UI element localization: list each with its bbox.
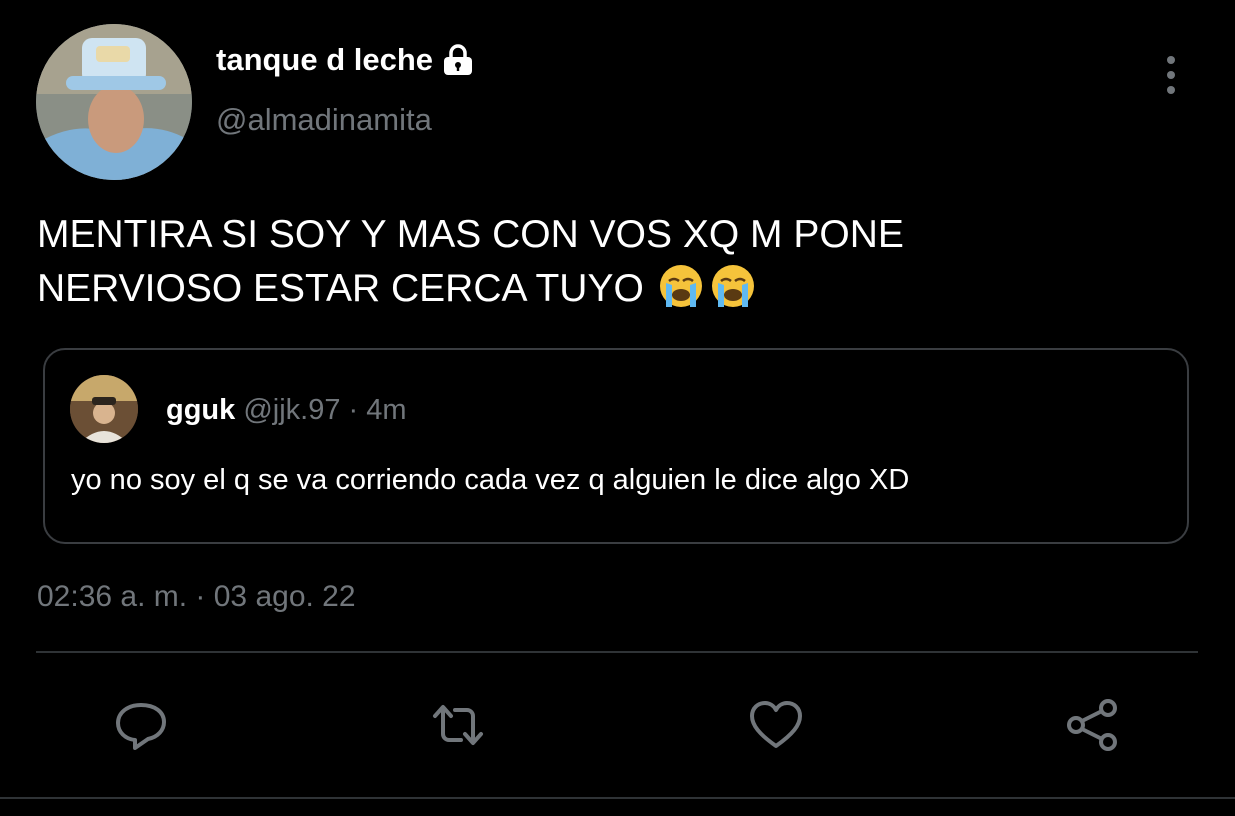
tweet-text-line-1: MENTIRA SI SOY Y MAS CON VOS XQ M PONE <box>37 213 904 256</box>
more-dot <box>1167 86 1175 94</box>
more-dot <box>1167 71 1175 79</box>
tweet-text-line-2-text: NERVIOSO ESTAR CERCA TUYO <box>37 267 644 310</box>
loudly-crying-face-icon <box>658 263 704 309</box>
quoted-author-avatar[interactable] <box>70 375 138 443</box>
author-name-text[interactable]: tanque d leche <box>216 42 433 78</box>
more-options-icon[interactable] <box>1152 52 1190 98</box>
quoted-tweet-card[interactable]: gguk @jjk.97 · 4m yo no soy el q se va c… <box>43 348 1189 544</box>
more-dot <box>1167 56 1175 64</box>
share-icon[interactable] <box>1064 696 1122 754</box>
like-icon[interactable] <box>747 696 805 754</box>
author-avatar[interactable] <box>36 24 192 180</box>
tweet-text: MENTIRA SI SOY Y MAS CON VOS XQ M PONE N… <box>37 208 1037 316</box>
divider <box>36 651 1198 653</box>
lock-icon <box>441 43 475 77</box>
quoted-separator: · <box>348 394 359 426</box>
author-handle[interactable]: @almadinamita <box>216 102 432 138</box>
loudly-crying-face-icon <box>710 263 756 309</box>
retweet-icon[interactable] <box>429 696 487 754</box>
quoted-tweet-text: yo no soy el q se va corriendo cada vez … <box>71 464 910 496</box>
reply-icon[interactable] <box>112 696 170 754</box>
quoted-author-name[interactable]: gguk <box>166 394 235 426</box>
quoted-tweet-header: gguk @jjk.97 · 4m <box>166 394 407 427</box>
quoted-author-handle[interactable]: @jjk.97 <box>243 394 340 426</box>
bottom-divider <box>0 797 1235 799</box>
tweet-text-line-2: NERVIOSO ESTAR CERCA TUYO <box>37 262 1037 316</box>
quoted-time-ago[interactable]: 4m <box>366 394 406 426</box>
tweet-timestamp[interactable]: 02:36 a. m. · 03 ago. 22 <box>37 580 356 614</box>
author-display-name[interactable]: tanque d leche <box>216 42 475 78</box>
